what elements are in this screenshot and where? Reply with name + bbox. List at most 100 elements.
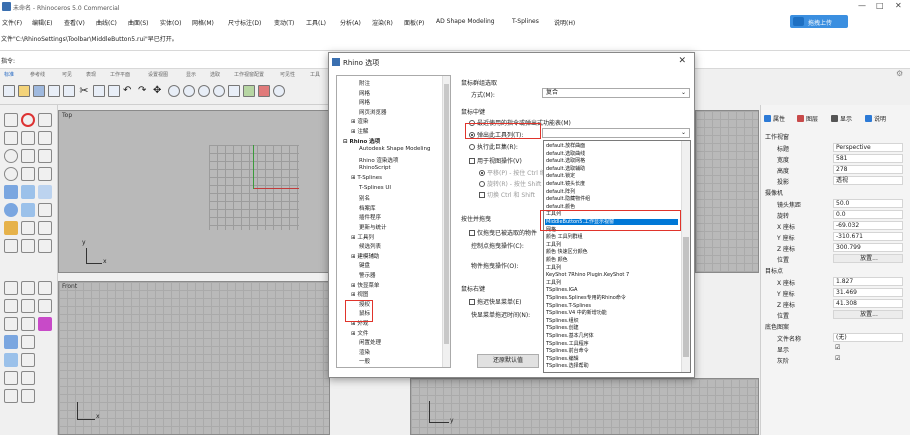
tab-standard[interactable]: 标准 — [4, 71, 14, 78]
grid-snap-icon[interactable] — [21, 389, 35, 403]
copy-icon[interactable] — [93, 85, 105, 97]
paste-icon[interactable] — [108, 85, 120, 97]
camera-x-field[interactable]: -69.032 — [833, 221, 903, 230]
tree-item[interactable]: ⊞ 视图 — [351, 290, 368, 298]
restore-defaults-button[interactable]: 还原默认值 — [477, 354, 539, 368]
sphere-icon[interactable] — [4, 203, 18, 217]
dropdown-item[interactable]: 工具列 — [546, 265, 561, 271]
dimension-icon[interactable] — [38, 221, 52, 235]
polyline-icon[interactable] — [4, 131, 18, 145]
dropdown-item[interactable]: TSplines.工具程序 — [546, 341, 589, 347]
viewport-top[interactable]: Top x y — [58, 110, 330, 273]
settings-gear-icon[interactable]: ⚙ — [896, 69, 903, 78]
tab-appearance[interactable]: 表现 — [86, 71, 96, 78]
dropdown-item[interactable]: KeyShot 7Rhino Plugin.KeyShot 7 — [546, 272, 629, 278]
surface-icon[interactable] — [4, 185, 18, 199]
mesh-icon[interactable] — [21, 221, 35, 235]
tree-scrollbar[interactable] — [442, 76, 450, 367]
dropdown-item[interactable]: 颜色 颜色 — [546, 257, 568, 263]
tree-item[interactable]: ⊞ 注解 — [351, 127, 368, 135]
viewport-width-field[interactable]: 581 — [833, 154, 903, 163]
maximize-button[interactable]: □ — [876, 1, 884, 10]
dropdown-item[interactable]: default.选取网格 — [546, 158, 585, 164]
rectangle-icon[interactable] — [21, 149, 35, 163]
menu-solid[interactable]: 实体(O) — [160, 18, 181, 27]
fillet-icon[interactable] — [38, 149, 52, 163]
dropdown-item[interactable]: default.阵列 — [546, 189, 575, 195]
checkbox-delay-menu[interactable]: 拖迟快显菜单(E) — [469, 297, 521, 306]
text-icon[interactable] — [21, 335, 35, 349]
dropdown-item[interactable]: TSplines.基本几何体 — [546, 333, 594, 339]
point-tool-icon[interactable] — [38, 113, 52, 127]
dropdown-scrollbar-thumb[interactable] — [683, 237, 689, 357]
tab-visible[interactable]: 可见 — [62, 71, 72, 78]
gumball-icon[interactable] — [273, 85, 285, 97]
boolean-icon[interactable] — [4, 221, 18, 235]
tree-item[interactable]: 网格 — [359, 89, 370, 97]
history-icon[interactable] — [21, 371, 35, 385]
dropdown-item[interactable]: 工具列 — [546, 280, 561, 286]
menu-surface[interactable]: 曲面(S) — [128, 18, 149, 27]
scale-icon[interactable] — [4, 281, 18, 295]
dropdown-item[interactable]: 颜色 工具列群组 — [546, 234, 583, 240]
lock-icon[interactable] — [4, 371, 18, 385]
toolbar-select[interactable]: ⌄ — [542, 128, 690, 138]
tab-viewport-layout[interactable]: 工作视窗配置 — [234, 71, 264, 78]
upload-button[interactable]: 拖拽上传 — [790, 15, 848, 28]
zoom-dynamic-icon[interactable] — [198, 85, 210, 97]
tree-item[interactable]: T-Splines UI — [359, 185, 391, 191]
tree-item[interactable]: 插件程序 — [359, 213, 381, 221]
loft-icon[interactable] — [38, 185, 52, 199]
rotate-view-icon[interactable] — [168, 85, 180, 97]
tree-item[interactable]: 附注 — [359, 79, 370, 87]
tree-item[interactable]: 键盘 — [359, 261, 370, 269]
tab-help[interactable]: 说明 — [865, 114, 886, 123]
join-icon[interactable] — [4, 299, 18, 313]
tree-item[interactable]: ⊞ 快显菜单 — [351, 281, 379, 289]
menu-tsplines[interactable]: T-Splines — [512, 18, 539, 25]
camera-place-button[interactable]: 放置... — [833, 254, 903, 263]
menu-tools[interactable]: 工具(L) — [306, 18, 326, 27]
four-views-icon[interactable] — [228, 85, 240, 97]
show-checkbox[interactable]: ☑ — [833, 344, 903, 353]
tree-item[interactable]: 警示器 — [359, 271, 376, 279]
tree-item[interactable]: 网格 — [359, 98, 370, 106]
new-file-icon[interactable] — [3, 85, 15, 97]
tab-reference[interactable]: 参考线 — [30, 71, 45, 78]
tree-item[interactable]: 别名 — [359, 194, 370, 202]
tree-item[interactable]: 候选列表 — [359, 242, 381, 250]
dropdown-item[interactable]: default.颜色 — [546, 204, 575, 210]
zoom-extents-icon[interactable] — [213, 85, 225, 97]
tree-item[interactable]: Rhino 渲染选项 — [359, 156, 398, 164]
dropdown-item[interactable]: default.隐藏物件组 — [546, 196, 590, 202]
target-x-field[interactable]: 1.827 — [833, 277, 903, 286]
tree-item[interactable]: 档案库 — [359, 204, 376, 212]
dropdown-item[interactable]: TSplines.V4 中的新增功能 — [546, 310, 607, 316]
dropdown-item[interactable]: TSplines.组织 — [546, 318, 579, 324]
car-icon[interactable] — [258, 85, 270, 97]
analyze-icon[interactable] — [4, 317, 18, 331]
mirror-icon[interactable] — [21, 281, 35, 295]
radio-pan[interactable]: 平移(P) - 按住 Ctrl 缩放 — [479, 168, 552, 177]
box-icon[interactable] — [21, 203, 35, 217]
menu-transform[interactable]: 变动(T) — [274, 18, 294, 27]
tree-item[interactable]: 一般 — [359, 357, 370, 365]
rotation-field[interactable]: 0.0 — [833, 210, 903, 219]
menu-ad-shape-modeling[interactable]: AD Shape Modeling — [436, 18, 495, 25]
select-icon[interactable] — [243, 85, 255, 97]
tree-item[interactable]: 更新与统计 — [359, 223, 387, 231]
cylinder-icon[interactable] — [38, 203, 52, 217]
copy-object-icon[interactable] — [21, 239, 35, 253]
minimize-button[interactable]: — — [858, 1, 866, 10]
dropdown-item[interactable]: 颜色 快速区分颜色 — [546, 249, 588, 255]
rotate-object-icon[interactable] — [38, 239, 52, 253]
tree-item[interactable]: ⊞ 渲染 — [351, 117, 368, 125]
viewport-front[interactable]: Front x — [58, 281, 330, 435]
distance-icon[interactable] — [21, 317, 35, 331]
dropdown-item[interactable]: TSplines.创建 — [546, 325, 579, 331]
render-icon[interactable] — [38, 317, 52, 331]
viewport-height-field[interactable]: 278 — [833, 165, 903, 174]
tree-item[interactable]: ⊞ 建模辅助 — [351, 252, 379, 260]
checkbox-swap-ctrl-shift[interactable]: 切换 Ctrl 和 Shift — [479, 190, 535, 199]
tab-tools[interactable]: 工具 — [310, 71, 320, 78]
